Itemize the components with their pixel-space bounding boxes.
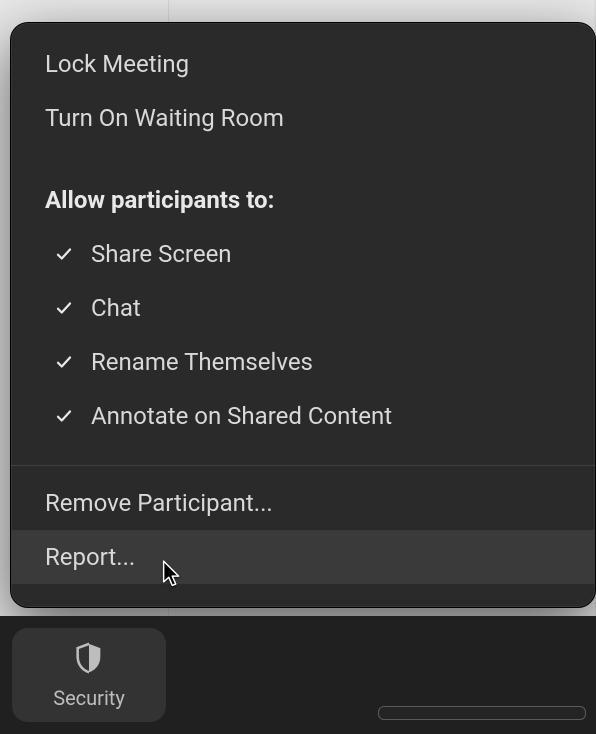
menu-item-label: Share Screen xyxy=(91,242,232,266)
menu-item-label: Remove Participant... xyxy=(45,491,273,515)
shield-icon xyxy=(72,641,106,680)
menu-divider xyxy=(11,465,595,466)
check-icon xyxy=(55,245,81,263)
menu-item-label: Turn On Waiting Room xyxy=(45,106,284,130)
menu-heading-label: Allow participants to: xyxy=(45,188,274,212)
meeting-toolbar: Security xyxy=(0,616,596,734)
menu-heading-allow-participants: Allow participants to: xyxy=(11,173,595,227)
menu-item-waiting-room[interactable]: Turn On Waiting Room xyxy=(11,91,595,145)
menu-item-label: Annotate on Shared Content xyxy=(91,404,392,428)
menu-item-annotate[interactable]: Annotate on Shared Content xyxy=(11,389,595,443)
check-icon xyxy=(55,353,81,371)
security-menu-popover: Lock Meeting Turn On Waiting Room Allow … xyxy=(10,22,596,608)
menu-item-label: Rename Themselves xyxy=(91,350,313,374)
check-icon xyxy=(55,407,81,425)
menu-item-remove-participant[interactable]: Remove Participant... xyxy=(11,476,595,530)
menu-item-label: Lock Meeting xyxy=(45,52,189,76)
horizontal-scrollbar[interactable] xyxy=(378,706,586,720)
menu-item-label: Report... xyxy=(45,545,135,569)
menu-item-chat[interactable]: Chat xyxy=(11,281,595,335)
menu-item-lock-meeting[interactable]: Lock Meeting xyxy=(11,37,595,91)
menu-item-rename[interactable]: Rename Themselves xyxy=(11,335,595,389)
check-icon xyxy=(55,299,81,317)
menu-item-share-screen[interactable]: Share Screen xyxy=(11,227,595,281)
menu-item-label: Chat xyxy=(91,296,141,320)
toolbar-button-label: Security xyxy=(53,686,125,710)
security-button[interactable]: Security xyxy=(12,628,166,722)
menu-item-report[interactable]: Report... xyxy=(11,530,595,584)
